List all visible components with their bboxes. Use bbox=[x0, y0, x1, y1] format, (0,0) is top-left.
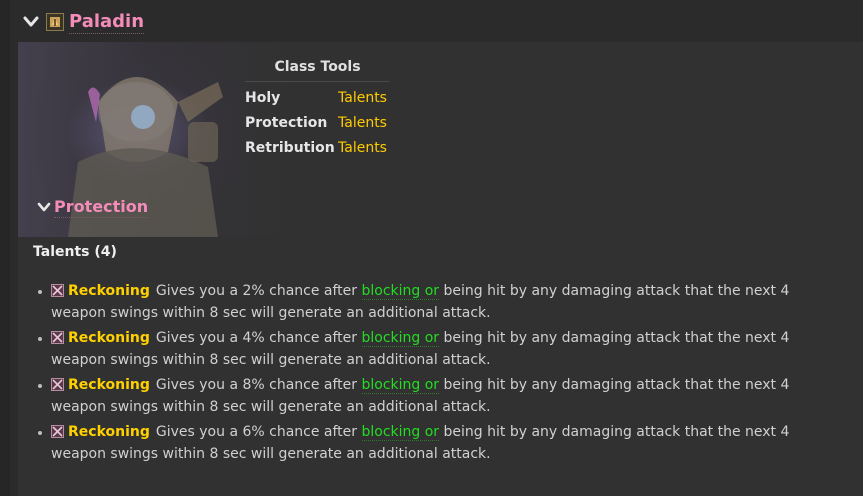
class-tools-title: Class Tools bbox=[245, 58, 390, 82]
talent-name-link[interactable]: Reckoning bbox=[68, 377, 150, 393]
list-item: Reckoning Gives you a 8% chance after blo… bbox=[34, 375, 824, 422]
talent-desc-highlight: blocking or bbox=[361, 377, 440, 394]
reckoning-spell-icon[interactable] bbox=[51, 425, 64, 438]
paladin-class-icon bbox=[46, 13, 64, 31]
talent-desc-pre: Gives you a 8% chance after bbox=[155, 377, 362, 393]
talent-list: Reckoning Gives you a 2% chance after blo… bbox=[34, 281, 824, 469]
section-chevron-icon[interactable] bbox=[36, 198, 52, 216]
list-item: Reckoning Gives you a 2% chance after blo… bbox=[34, 281, 824, 328]
spec-label: Holy bbox=[245, 89, 281, 106]
list-item: Reckoning Gives you a 6% chance after blo… bbox=[34, 422, 824, 469]
collapse-chevron-icon[interactable] bbox=[22, 13, 40, 31]
spec-label: Retribution bbox=[245, 139, 335, 156]
talent-desc-highlight: blocking or bbox=[361, 330, 440, 347]
left-gutter bbox=[0, 0, 10, 496]
reckoning-spell-icon[interactable] bbox=[51, 331, 64, 344]
talents-heading: Talents (4) bbox=[33, 244, 117, 260]
talent-desc-pre: Gives you a 6% chance after bbox=[155, 424, 362, 440]
reckoning-spell-icon[interactable] bbox=[51, 378, 64, 391]
protection-talents-link[interactable]: Talents bbox=[338, 115, 387, 131]
spec-section-header: Protection bbox=[36, 195, 149, 219]
class-title-link[interactable]: Paladin bbox=[69, 11, 145, 34]
retribution-talents-link[interactable]: Talents bbox=[338, 140, 387, 156]
bullet bbox=[38, 384, 42, 388]
bullet bbox=[38, 431, 42, 435]
spec-label: Protection bbox=[245, 114, 328, 131]
talent-name-link[interactable]: Reckoning bbox=[68, 424, 150, 440]
talent-desc-highlight: blocking or bbox=[361, 283, 440, 300]
bullet bbox=[38, 337, 42, 341]
bullet bbox=[38, 290, 42, 294]
tools-row-protection: Protection Talents bbox=[245, 110, 390, 135]
tools-row-retribution: Retribution Talents bbox=[245, 135, 390, 160]
talent-desc-pre: Gives you a 4% chance after bbox=[155, 330, 362, 346]
holy-talents-link[interactable]: Talents bbox=[338, 90, 387, 106]
list-item: Reckoning Gives you a 4% chance after blo… bbox=[34, 328, 824, 375]
class-header: Paladin bbox=[22, 8, 145, 36]
talent-name-link[interactable]: Reckoning bbox=[68, 283, 150, 299]
tools-row-holy: Holy Talents bbox=[245, 85, 390, 110]
reckoning-spell-icon[interactable] bbox=[51, 284, 64, 297]
section-title-link[interactable]: Protection bbox=[54, 197, 149, 218]
talent-desc-highlight: blocking or bbox=[361, 424, 440, 441]
talent-desc-pre: Gives you a 2% chance after bbox=[155, 283, 362, 299]
talent-name-link[interactable]: Reckoning bbox=[68, 330, 150, 346]
class-tools-table: Class Tools Holy Talents Protection Tale… bbox=[245, 58, 390, 160]
